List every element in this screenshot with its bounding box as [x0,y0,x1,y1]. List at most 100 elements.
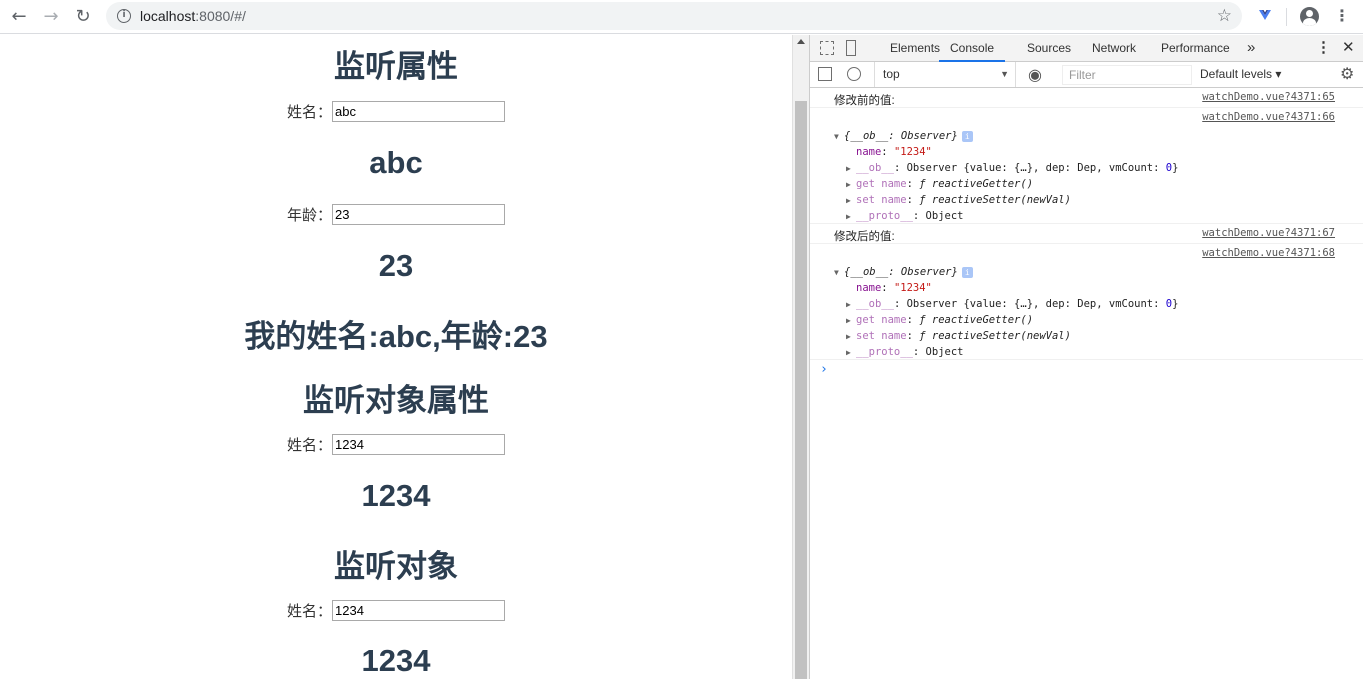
property-key: __proto__ [856,346,913,358]
scroll-up-arrow-icon[interactable] [797,39,805,44]
message-source-link[interactable]: watchDemo.vue?4371:67 [1202,227,1335,239]
object-property: name: "1234" [856,146,932,158]
dropdown-arrow-icon: ▼ [1000,69,1009,79]
obj-name-row: 姓名： [0,599,792,622]
console-settings-gear-icon[interactable]: ⚙ [1340,64,1354,84]
message-source-link[interactable]: watchDemo.vue?4371:65 [1202,91,1335,103]
console-output: 修改前的值: watchDemo.vue?4371:65 watchDemo.v… [810,88,1363,380]
property-value: : Observer {value: {…}, dep: Dep, vmCoun… [893,298,1166,310]
message-source-link[interactable]: watchDemo.vue?4371:66 [1202,111,1335,123]
message-source-link[interactable]: watchDemo.vue?4371:68 [1202,247,1335,259]
collapsed-triangle-icon: ▶ [846,348,851,357]
object-summary: {__ob__: Observer} [844,266,958,278]
property-key: name [856,146,882,158]
collapsed-triangle-icon: ▶ [846,316,851,325]
context-selector[interactable]: top ▼ [874,62,1016,87]
console-message: 修改前的值: watchDemo.vue?4371:65 [810,88,1363,108]
tab-console[interactable]: Console [939,35,1006,62]
object-property[interactable]: ▶ __proto__: Object [834,344,1363,360]
browser-menu-icon[interactable]: ⋮ [1334,6,1350,26]
live-expression-eye-icon[interactable]: ◉ [1028,65,1042,85]
expanded-triangle-icon: ▼ [834,132,839,141]
property-value: ƒ reactiveSetter(newVal) [919,330,1071,342]
property-value: : Object [912,346,964,358]
object-property[interactable]: ▶ get name: ƒ reactiveGetter() [834,176,1363,192]
object-property[interactable]: ▶ get name: ƒ reactiveGetter() [834,312,1363,328]
bookmark-star-icon[interactable]: ☆ [1217,6,1232,26]
extension-icon[interactable] [1257,8,1273,24]
close-devtools-icon[interactable]: ✕ [1342,35,1355,62]
url-text[interactable]: localhost:8080/#/ [140,8,246,24]
age-input[interactable] [332,204,505,225]
name-label: 姓名： [286,104,332,121]
property-value: "1234" [893,146,932,158]
section-heading: 监听对象 [334,549,458,584]
forward-arrow-icon[interactable]: → [38,4,64,28]
console-message: watchDemo.vue?4371:66 ▼ {__ob__: Observer… [810,108,1363,224]
summary-display: 我的姓名:abc,年龄:23 [244,319,548,354]
log-levels-dropdown[interactable]: Default levels ▾ [1200,62,1281,87]
property-value: ƒ reactiveSetter(newVal) [919,194,1071,206]
site-info-icon[interactable]: i [117,9,131,23]
object-header[interactable]: ▼ {__ob__: Observer} i [834,264,1363,280]
obj-prop-name-row: 姓名： [0,433,792,456]
object-property: name: "1234" [856,282,932,294]
property-value: ƒ reactiveGetter() [919,314,1034,326]
object-property[interactable]: ▶ __ob__: Observer {value: {…}, dep: Dep,… [834,296,1363,312]
scrollbar-thumb[interactable] [795,101,807,679]
property-value: : Observer {value: {…}, dep: Dep, vmCoun… [893,162,1166,174]
property-key: set name [856,194,907,206]
inspect-element-icon[interactable] [820,41,834,55]
age-display: 23 [378,248,414,283]
address-bar[interactable]: i localhost:8080/#/ ☆ [106,2,1242,30]
property-key: set name [856,330,907,342]
devtools-panel: Elements Console Sources Network Perform… [809,35,1363,679]
property-brace: } [1172,298,1179,310]
section-heading: 监听属性 [334,49,458,84]
page-scrollbar[interactable] [792,35,809,679]
property-key: __ob__ [856,298,894,310]
url-path: :8080/#/ [195,8,246,24]
object-property[interactable]: ▶ __ob__: Observer {value: {…}, dep: Dep,… [834,160,1363,176]
collapsed-triangle-icon: ▶ [846,180,851,189]
more-tabs-icon[interactable]: » [1247,35,1255,62]
console-toolbar: top ▼ ◉ Filter Default levels ▾ ⚙ [810,62,1363,88]
clear-console-icon[interactable] [847,67,861,81]
device-toolbar-icon[interactable] [846,40,856,56]
info-icon: i [961,267,973,278]
object-property[interactable]: ▶ __proto__: Object [834,208,1363,224]
browser-toolbar: ← → ↻ i localhost:8080/#/ ☆ ⋮ [0,0,1363,34]
reload-icon[interactable]: ↻ [70,4,96,28]
collapsed-triangle-icon: ▶ [846,164,851,173]
console-prompt[interactable]: › [810,360,1363,380]
url-host: localhost [140,8,196,24]
context-label: top [883,67,900,81]
collapsed-triangle-icon: ▶ [846,196,851,205]
obj-prop-name-input[interactable] [332,434,505,455]
collapsed-triangle-icon: ▶ [846,332,851,341]
console-message: 修改后的值: watchDemo.vue?4371:67 [810,224,1363,244]
obj-name-input[interactable] [332,600,505,621]
tab-network[interactable]: Network [1092,35,1136,62]
section-heading: 监听对象属性 [303,383,489,418]
tab-performance[interactable]: Performance [1161,35,1230,62]
object-summary: {__ob__: Observer} [844,130,958,142]
sidebar-toggle-icon[interactable] [818,67,832,81]
back-arrow-icon[interactable]: ← [6,4,32,28]
property-key: __proto__ [856,210,913,222]
filter-input[interactable]: Filter [1062,65,1192,85]
toolbar-divider [1286,8,1287,26]
profile-avatar-icon[interactable] [1300,7,1319,26]
name-label: 姓名： [286,603,332,620]
collapsed-triangle-icon: ▶ [846,212,851,221]
page-content: 监听属性 姓名： abc 年龄： 23 我的姓名:abc,年龄:23 监听对象属… [0,35,792,679]
devtools-menu-icon[interactable]: ⋮ [1316,35,1331,62]
object-property[interactable]: ▶ set name: ƒ reactiveSetter(newVal) [834,192,1363,208]
devtools-tab-bar: Elements Console Sources Network Perform… [810,35,1363,62]
property-key: __ob__ [856,162,894,174]
tab-elements[interactable]: Elements [890,35,940,62]
tab-sources[interactable]: Sources [1027,35,1071,62]
object-property[interactable]: ▶ set name: ƒ reactiveSetter(newVal) [834,328,1363,344]
name-input[interactable] [332,101,505,122]
object-header[interactable]: ▼ {__ob__: Observer} i [834,128,1363,144]
